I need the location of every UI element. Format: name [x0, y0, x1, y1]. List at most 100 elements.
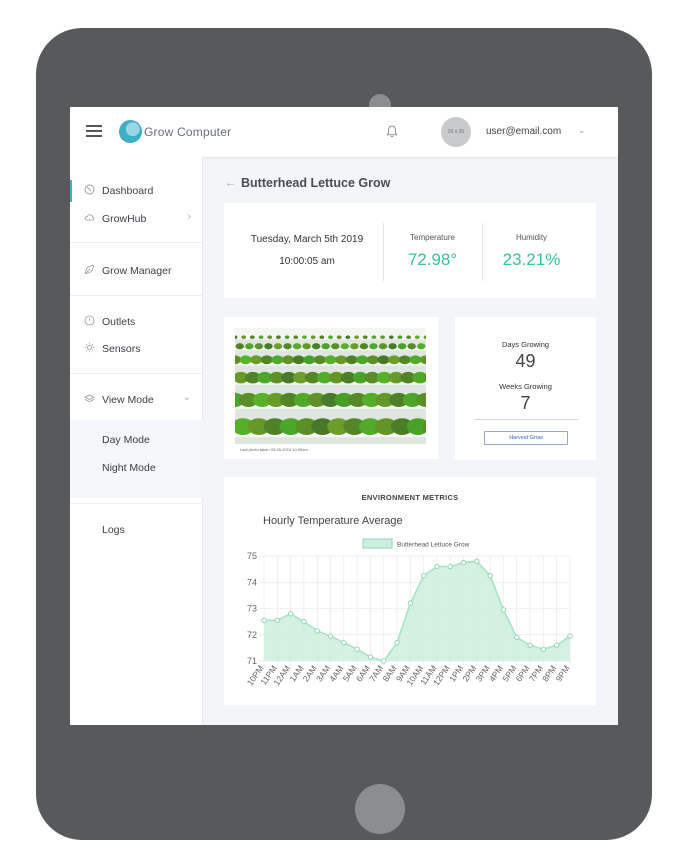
sidebar-divider	[70, 242, 203, 243]
humidity-value: 23.21%	[502, 250, 561, 269]
growth-card: Days Growing 49 Weeks Growing 7 Harvest …	[455, 317, 596, 460]
sidebar-item-label: Logs	[102, 524, 125, 536]
data-point	[540, 646, 547, 652]
lettuce-head	[293, 335, 299, 339]
sidebar-item-sensors[interactable]: Sensors	[70, 338, 203, 360]
bell-icon[interactable]	[386, 125, 398, 138]
y-tick-label: 74	[247, 577, 257, 587]
lettuce-head	[239, 355, 252, 365]
y-tick-label: 72	[247, 630, 257, 640]
sidebar-item-growhub[interactable]: GrowHub ›	[70, 208, 203, 230]
series-area	[264, 561, 570, 661]
lettuce-head	[397, 343, 407, 350]
lettuce-head	[319, 335, 325, 339]
temperature-label: Temperature	[410, 233, 455, 242]
avatar-placeholder: 36 x 36	[447, 129, 465, 135]
lettuce-head	[397, 335, 403, 339]
data-point	[261, 617, 267, 624]
lettuce-head	[310, 335, 316, 339]
data-point	[460, 559, 467, 566]
lettuce-head	[367, 355, 379, 365]
sidebar-item-label: Outlets	[102, 316, 136, 328]
chevron-down-icon: ⌄	[182, 392, 191, 403]
leaf-icon	[85, 265, 94, 274]
chevron-down-icon[interactable]: ⌄	[578, 125, 586, 136]
current-time: 10:00:05 am	[279, 256, 335, 267]
humidity-label: Humidity	[515, 233, 548, 242]
lettuce-head	[335, 355, 348, 365]
lettuce-head	[292, 355, 305, 365]
lettuce-head	[388, 355, 401, 365]
lettuce-head	[273, 343, 283, 350]
layers-icon	[84, 394, 95, 403]
lettuce-head	[313, 355, 326, 365]
sidebar-item-outlets[interactable]: Outlets	[70, 311, 203, 333]
lettuce-head	[407, 343, 416, 350]
data-point	[420, 572, 427, 579]
back-arrow-icon[interactable]: ←	[225, 177, 236, 189]
sidebar-item-dashboard[interactable]: Dashboard	[70, 180, 203, 202]
sidebar-item-label: Sensors	[102, 343, 141, 355]
lettuce-head	[245, 343, 254, 350]
view-mode-submenu: Day Mode Night Mode	[70, 420, 203, 498]
temperature-value: 72.98°	[407, 250, 458, 269]
power-icon	[84, 315, 95, 326]
harvest-grow-button[interactable]: Harvest Grow	[484, 431, 568, 445]
view-mode-option-day[interactable]: Day Mode	[102, 434, 150, 446]
chevron-right-icon: ›	[187, 211, 191, 222]
lettuce-head	[303, 355, 316, 365]
lettuce-head	[377, 355, 390, 365]
days-growing-value: 49	[515, 351, 536, 371]
photo-caption: Last photo taken 03-05-2019 10:00am	[240, 447, 308, 452]
sidebar-item-grow-manager[interactable]: Grow Manager	[70, 260, 203, 282]
lettuce-head	[328, 335, 333, 339]
data-point	[434, 563, 440, 570]
sidebar-item-view-mode[interactable]: View Mode ⌄	[70, 389, 203, 411]
legend-swatch	[362, 538, 393, 549]
home-button[interactable]	[355, 784, 405, 834]
user-email[interactable]: user@email.com	[486, 126, 561, 137]
lettuce-head	[312, 343, 321, 350]
sidebar-item-label: GrowHub	[102, 213, 147, 225]
divider	[474, 419, 578, 420]
lettuce-head	[267, 335, 273, 339]
sidebar-item-label: View Mode	[102, 394, 154, 406]
lettuce-photo-image	[235, 328, 426, 444]
dashboard-icon	[84, 184, 95, 195]
lettuce-head	[380, 335, 385, 339]
menu-icon[interactable]	[86, 125, 102, 137]
lettuce-head	[284, 335, 290, 339]
view-mode-option-night[interactable]: Night Mode	[102, 462, 156, 474]
lettuce-head	[292, 343, 302, 350]
grow-photo[interactable]	[235, 328, 426, 444]
grow-channel	[235, 347, 426, 351]
logo-icon	[119, 120, 142, 143]
lettuce-head	[356, 355, 369, 365]
lettuce-head	[359, 343, 369, 350]
data-point	[327, 633, 334, 639]
lettuce-head	[241, 335, 247, 339]
temperature-chart: 717273747510PM11PM12AM1AM2AM3AM4AM5AM6AM…	[245, 538, 573, 687]
lettuce-head	[283, 343, 292, 350]
lettuce-head	[264, 343, 273, 350]
data-point	[394, 639, 400, 646]
cloud-icon	[84, 214, 95, 221]
lettuce-head	[235, 343, 244, 350]
avatar[interactable]: 36 x 36	[441, 117, 471, 147]
photo-card: Last photo taken 03-05-2019 10:00am	[224, 317, 438, 459]
days-growing-label: Days Growing	[501, 340, 550, 349]
lettuce-head	[414, 335, 420, 339]
sidebar-item-logs[interactable]: Logs	[70, 519, 203, 541]
lettuce-head	[340, 343, 349, 350]
top-header: Grow Computer 36 x 36 user@email.com ⌄	[70, 107, 618, 157]
lettuce-head	[276, 335, 281, 339]
sidebar-divider	[70, 503, 203, 504]
lettuce-head	[254, 343, 264, 350]
y-tick-label: 75	[247, 551, 257, 561]
lettuce-head	[350, 343, 359, 350]
data-point	[514, 634, 520, 641]
page-title: Butterhead Lettuce Grow	[241, 176, 391, 190]
data-point	[354, 646, 360, 652]
lettuce-head	[271, 355, 284, 365]
lettuce-head	[249, 335, 255, 339]
